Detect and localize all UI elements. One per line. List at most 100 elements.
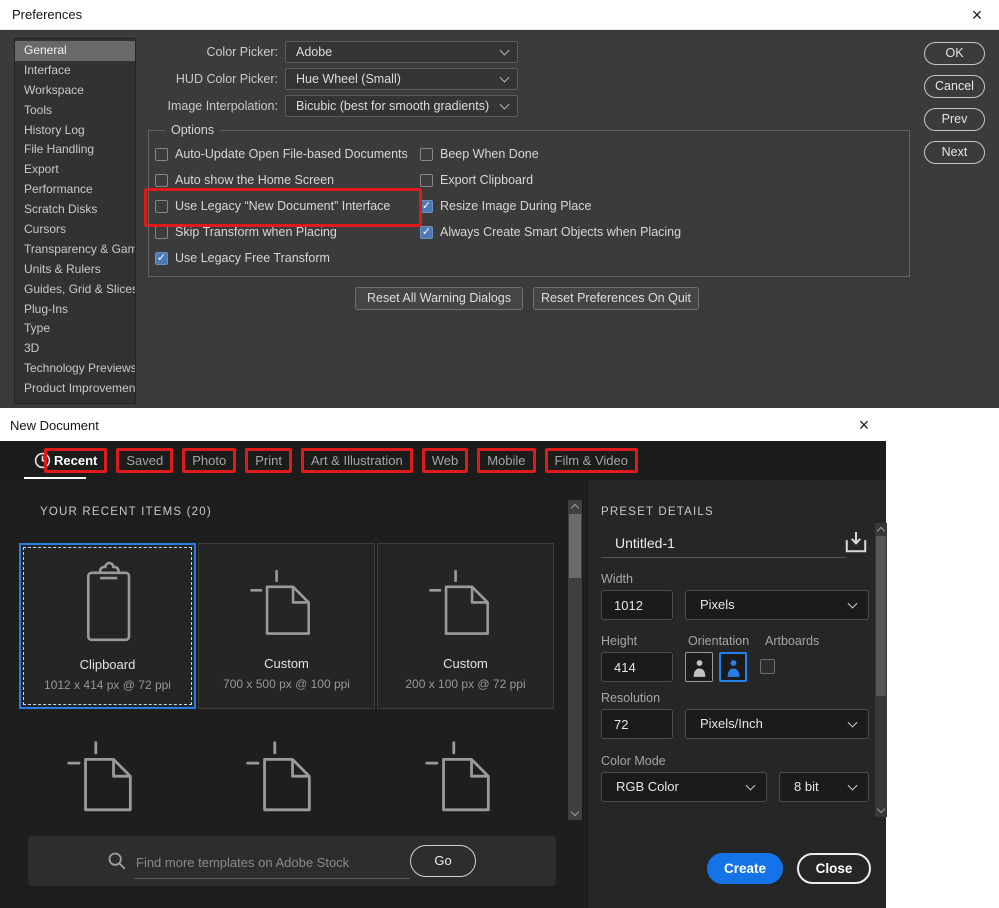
tab-print[interactable]: Print [245, 448, 292, 473]
preset-panel-scrollbar[interactable] [875, 523, 887, 817]
screen: Preferences × General Interface Workspac… [0, 0, 999, 908]
width-unit-dropdown[interactable]: Pixels [685, 590, 869, 620]
recent-item-custom-200x100[interactable]: Custom 200 x 100 px @ 72 ppi [377, 543, 554, 709]
checkbox-box[interactable]: ✓ [155, 252, 168, 265]
recent-item-partial[interactable] [65, 737, 149, 826]
checkbox-auto-update-open-documents[interactable]: Auto-Update Open File-based Documents [155, 146, 408, 162]
sidebar-item-scratch-disks[interactable]: Scratch Disks [15, 200, 135, 220]
sidebar-item-workspace[interactable]: Workspace [15, 81, 135, 101]
checkbox-always-create-smart-objects[interactable]: ✓ Always Create Smart Objects when Placi… [420, 224, 681, 240]
checkbox-beep-when-done[interactable]: Beep When Done [420, 146, 539, 162]
image-interpolation-value: Bicubic (best for smooth gradients) [296, 99, 489, 113]
sidebar-item-3d[interactable]: 3D [15, 339, 135, 359]
checkbox-box[interactable] [420, 148, 433, 161]
sidebar-item-type[interactable]: Type [15, 319, 135, 339]
checkbox-resize-image-during-place[interactable]: ✓ Resize Image During Place [420, 198, 591, 214]
sidebar-item-technology-previews[interactable]: Technology Previews [15, 359, 135, 379]
go-button[interactable]: Go [410, 845, 476, 877]
artboards-label: Artboards [765, 634, 819, 648]
recent-item-name: Custom [443, 656, 488, 671]
adobe-stock-search-bar: Go [28, 836, 556, 886]
prev-button[interactable]: Prev [924, 108, 985, 131]
checkbox-box[interactable]: ✓ [420, 226, 433, 239]
icon-zone [248, 544, 326, 644]
checkbox-box[interactable] [155, 174, 168, 187]
sidebar-item-interface[interactable]: Interface [15, 61, 135, 81]
chevron-down-icon [848, 718, 858, 728]
tab-recent[interactable]: Recent [44, 448, 107, 473]
sidebar-item-units-rulers[interactable]: Units & Rulers [15, 260, 135, 280]
reset-preferences-on-quit-button[interactable]: Reset Preferences On Quit [533, 287, 699, 310]
sidebar-item-transparency-gamut[interactable]: Transparency & Gamut [15, 240, 135, 260]
new-document-title: New Document [10, 410, 99, 441]
hud-color-picker-dropdown[interactable]: Hue Wheel (Small) [285, 68, 518, 90]
width-input[interactable] [601, 590, 673, 620]
options-group-label: Options [165, 123, 220, 137]
scroll-down-icon[interactable] [571, 808, 579, 816]
tab-film-video[interactable]: Film & Video [545, 448, 638, 473]
height-label: Height [601, 634, 637, 648]
width-label: Width [601, 572, 633, 586]
save-preset-icon[interactable] [844, 530, 868, 554]
create-button[interactable]: Create [707, 853, 783, 884]
tab-saved[interactable]: Saved [116, 448, 173, 473]
orientation-landscape-button[interactable] [719, 652, 747, 682]
sidebar-item-performance[interactable]: Performance [15, 180, 135, 200]
recent-item-size: 700 x 500 px @ 100 ppi [223, 677, 350, 691]
recent-item-size: 200 x 100 px @ 72 ppi [405, 677, 525, 691]
artboards-checkbox[interactable] [760, 659, 775, 674]
recent-items-scrollbar[interactable] [568, 500, 582, 820]
sidebar-item-plug-ins[interactable]: Plug-Ins [15, 300, 135, 320]
document-name-input[interactable] [601, 528, 846, 558]
scroll-up-icon[interactable] [877, 527, 885, 535]
orientation-portrait-button[interactable] [685, 652, 713, 682]
preferences-dialog: Preferences × General Interface Workspac… [0, 0, 999, 408]
ok-button[interactable]: OK [924, 42, 985, 65]
color-mode-dropdown[interactable]: RGB Color [601, 772, 767, 802]
blank-document-icon [65, 737, 149, 821]
sidebar-item-tools[interactable]: Tools [15, 101, 135, 121]
tab-photo[interactable]: Photo [182, 448, 236, 473]
checkbox-label: Skip Transform when Placing [175, 225, 337, 239]
preferences-close-icon[interactable]: × [961, 0, 993, 30]
icon-zone [75, 545, 141, 645]
scroll-down-icon[interactable] [877, 805, 885, 813]
sidebar-item-history-log[interactable]: History Log [15, 121, 135, 141]
sidebar-item-general[interactable]: General [15, 41, 135, 61]
resolution-input[interactable] [601, 709, 673, 739]
checkbox-box[interactable] [155, 226, 168, 239]
sidebar-item-cursors[interactable]: Cursors [15, 220, 135, 240]
bit-depth-dropdown[interactable]: 8 bit [779, 772, 869, 802]
sidebar-item-export[interactable]: Export [15, 160, 135, 180]
tab-web[interactable]: Web [422, 448, 469, 473]
checkbox-auto-show-home-screen[interactable]: Auto show the Home Screen [155, 172, 334, 188]
checkbox-box[interactable] [420, 174, 433, 187]
recent-item-custom-700x500[interactable]: Custom 700 x 500 px @ 100 ppi [198, 543, 375, 709]
new-document-close-icon[interactable]: × [848, 410, 880, 441]
sidebar-item-guides-grid-slices[interactable]: Guides, Grid & Slices [15, 280, 135, 300]
cancel-button[interactable]: Cancel [924, 75, 985, 98]
scroll-up-icon[interactable] [571, 504, 579, 512]
recent-item-partial[interactable] [244, 737, 328, 826]
scrollbar-thumb[interactable] [876, 536, 886, 696]
next-button[interactable]: Next [924, 141, 985, 164]
checkbox-label: Beep When Done [440, 147, 539, 161]
checkbox-box[interactable] [155, 148, 168, 161]
checkbox-use-legacy-free-transform[interactable]: ✓ Use Legacy Free Transform [155, 250, 330, 266]
close-button[interactable]: Close [797, 853, 871, 884]
resolution-unit-dropdown[interactable]: Pixels/Inch [685, 709, 869, 739]
image-interpolation-dropdown[interactable]: Bicubic (best for smooth gradients) [285, 95, 518, 117]
recent-item-partial[interactable] [423, 737, 507, 826]
checkbox-export-clipboard[interactable]: Export Clipboard [420, 172, 533, 188]
portrait-person-icon [692, 658, 707, 677]
color-picker-dropdown[interactable]: Adobe [285, 41, 518, 63]
tab-mobile[interactable]: Mobile [477, 448, 535, 473]
tab-art-illustration[interactable]: Art & Illustration [301, 448, 413, 473]
height-input[interactable] [601, 652, 673, 682]
search-input[interactable] [134, 846, 410, 879]
scrollbar-thumb[interactable] [569, 514, 581, 578]
recent-item-clipboard[interactable]: Clipboard 1012 x 414 px @ 72 ppi [19, 543, 196, 709]
sidebar-item-product-improvement[interactable]: Product Improvement [15, 379, 135, 399]
reset-warning-dialogs-button[interactable]: Reset All Warning Dialogs [355, 287, 523, 310]
sidebar-item-file-handling[interactable]: File Handling [15, 140, 135, 160]
